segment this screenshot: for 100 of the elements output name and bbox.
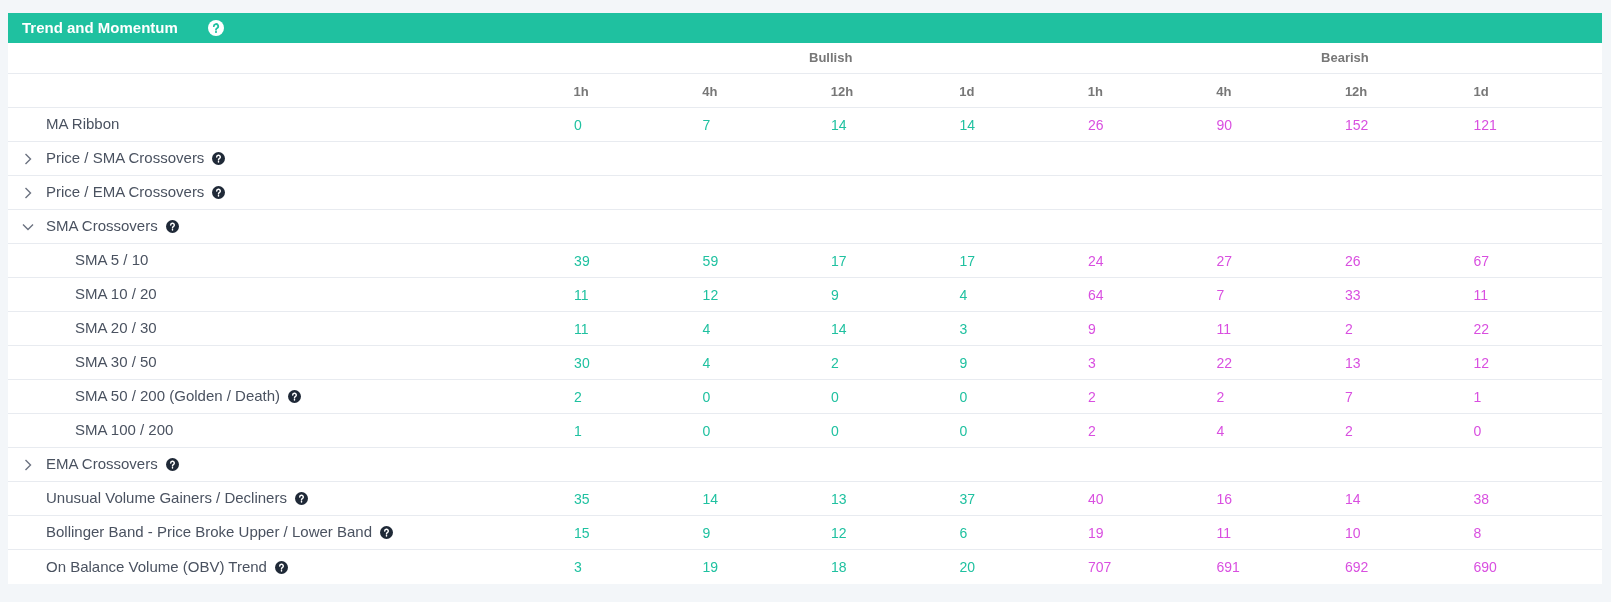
table-cell: 0 [573,116,582,133]
table-cell: 0 [702,388,711,405]
table-cell: 12 [702,286,719,303]
table-cell: 691 [1216,559,1240,575]
column-header: 1d [1473,83,1489,99]
table-cell: 13 [1345,354,1361,371]
table-cell: 30 [574,354,590,371]
table-cell: 14 [830,116,847,133]
row-label: Bollinger Band - Price Broke Upper / Lower Band [46,522,372,543]
help-icon[interactable] [212,186,226,199]
table-cell: 11 [574,320,589,337]
row-label[interactable]: Price / EMA Crossovers [46,181,205,204]
table-cell: 13 [830,490,847,507]
help-icon[interactable] [212,152,226,165]
table-cell: 67 [1473,252,1490,269]
help-icon[interactable] [165,220,179,233]
table-cell: 692 [1345,559,1369,575]
table-cell: 2 [1216,388,1225,405]
row-label: MA Ribbon [46,114,120,135]
chevron-right-icon[interactable] [22,186,34,199]
table-cell: 152 [1345,116,1369,133]
table-cell: 20 [959,559,975,575]
table-cell: 14 [831,320,847,337]
table-cell: 11 [1216,524,1231,541]
table-cell: 7 [702,116,711,133]
help-icon[interactable] [165,458,179,471]
help-icon[interactable] [288,390,302,403]
table-cell: 14 [702,490,718,507]
table-cell: 59 [702,252,719,269]
table-cell: 3 [1088,354,1096,371]
table-cell: 4 [702,320,711,337]
table-cell: 0 [702,422,711,439]
table-cell: 2 [1345,320,1353,337]
table-cell: 9 [959,354,968,371]
table-cell: 17 [831,252,847,269]
table-cell: 1 [1473,388,1482,405]
table-cell: 0 [959,388,968,405]
table-cell: 0 [1473,422,1482,439]
table-cell: 4 [702,354,711,371]
row-label[interactable]: EMA Crossovers [46,453,158,476]
table-cell: 64 [1088,286,1104,303]
table-cell: 22 [1473,320,1490,337]
column-header: 12h [1344,83,1368,99]
table-cell: 35 [573,490,590,507]
table-cell: 14 [959,116,975,133]
help-icon[interactable] [380,526,393,539]
table-cell: 15 [573,524,590,541]
help-icon[interactable] [294,492,308,505]
table-cell: 121 [1473,116,1497,133]
table-cell: 18 [830,559,847,575]
table-cell: 11 [574,286,589,303]
table-cell: 4 [959,286,968,303]
table-cell: 3 [959,320,968,337]
row-label: Unusual Volume Gainers / Decliners [46,488,287,509]
table-cell: 37 [959,490,975,507]
row-label: SMA 100 / 200 [75,420,174,441]
table-cell: 14 [1345,490,1361,507]
row-label: SMA 10 / 20 [75,284,157,305]
chevron-right-icon[interactable] [22,152,34,165]
table-cell: 8 [1473,524,1482,541]
column-header: 4h [702,83,718,99]
chevron-right-icon[interactable] [22,458,34,471]
table-cell: 40 [1087,490,1104,507]
table-cell: 19 [702,559,718,575]
table-cell: 690 [1473,559,1497,575]
table-cell: 19 [1087,524,1104,541]
table-cell: 7 [1345,388,1353,405]
table-cell: 2 [1088,388,1096,405]
table-cell: 22 [1216,354,1233,371]
table-cell: 7 [1216,286,1225,303]
column-group-header: Bullish [809,49,853,68]
row-label: SMA 30 / 50 [75,352,157,373]
table-cell: 39 [574,252,590,269]
table-cell: 9 [702,524,711,541]
table-cell: 16 [1216,490,1233,507]
table-cell: 2 [1345,422,1353,439]
table-cell: 24 [1088,252,1104,269]
row-label[interactable]: Price / SMA Crossovers [46,147,205,170]
table-cell: 90 [1216,116,1233,133]
column-header: 4h [1216,83,1232,99]
table-cell: 12 [830,524,847,541]
table-cell: 2 [1088,422,1096,439]
row-label[interactable]: SMA Crossovers [46,215,158,238]
help-icon[interactable] [274,560,288,574]
column-header: 1h [1087,83,1103,99]
table-cell: 0 [831,422,839,439]
table-cell: 0 [831,388,839,405]
table-cell: 1 [574,422,582,439]
table-cell: 17 [959,252,976,269]
table-cell: 10 [1345,524,1361,541]
table-cell: 6 [959,524,968,541]
table-cell: 4 [1216,422,1225,439]
row-label: On Balance Volume (OBV) Trend [46,556,267,577]
table-cell: 26 [1087,116,1104,133]
table-cell: 2 [831,354,839,371]
table-cell: 12 [1473,354,1490,371]
table-cell: 27 [1216,252,1233,269]
column-header: 1d [959,83,975,99]
table-cell: 2 [574,388,582,405]
column-header: 1h [573,83,589,99]
